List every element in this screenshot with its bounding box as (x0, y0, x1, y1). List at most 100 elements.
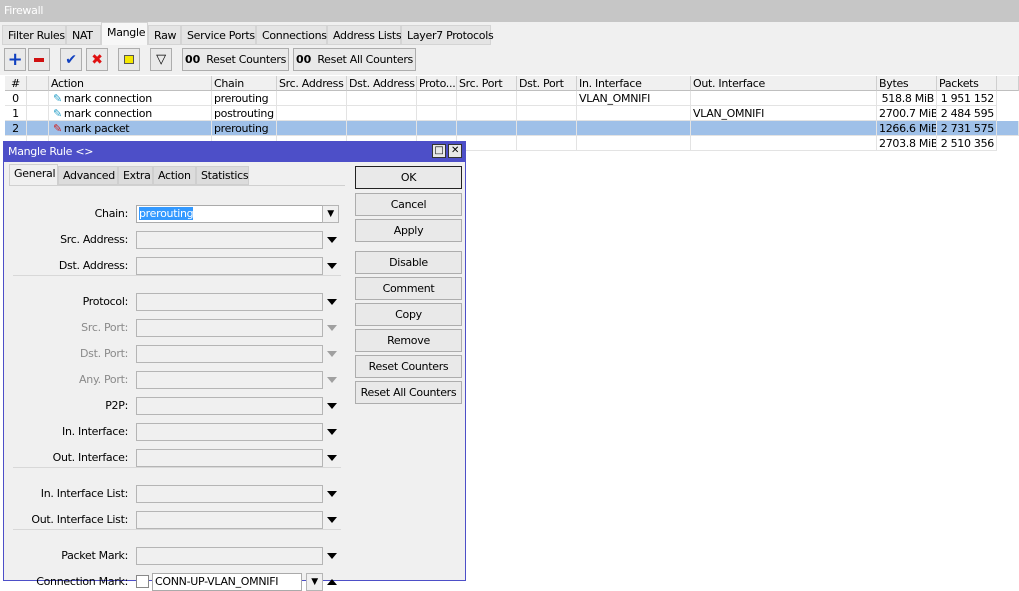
cell (417, 121, 457, 136)
dropdown-arrow-icon[interactable] (327, 403, 337, 409)
reset-counters-button[interactable]: 00 Reset Counters (182, 48, 289, 71)
dropdown-arrow-icon[interactable] (327, 237, 337, 243)
action-label: mark connection (63, 92, 152, 105)
remove-button[interactable] (28, 48, 50, 71)
dialog-tab-advanced[interactable]: Advanced (58, 166, 118, 185)
cell (517, 91, 577, 106)
dropdown-arrow-icon[interactable] (327, 517, 337, 523)
maximize-icon[interactable]: □ (432, 144, 446, 158)
dropdown-arrow-icon[interactable] (327, 553, 337, 559)
column-header[interactable]: Out. Interface (691, 76, 877, 91)
out-interface-field[interactable] (136, 449, 323, 467)
dialog-tab-action[interactable]: Action (153, 166, 196, 185)
connection-mark-field[interactable]: CONN-UP-VLAN_OMNIFI (152, 573, 302, 591)
column-header[interactable]: Proto... (417, 76, 457, 91)
column-header[interactable]: Chain (212, 76, 277, 91)
reset-counters-button[interactable]: Reset Counters (355, 355, 462, 378)
dropdown-arrow-icon[interactable] (327, 491, 337, 497)
tab-filter-rules[interactable]: Filter Rules (2, 25, 66, 45)
dialog-tab-extra[interactable]: Extra (118, 166, 153, 185)
tab-mangle[interactable]: Mangle (101, 22, 148, 45)
filter-button[interactable]: ▽ (150, 48, 172, 71)
protocol-field[interactable] (136, 293, 323, 311)
tab-connections[interactable]: Connections (256, 25, 327, 45)
dst-address-field[interactable] (136, 257, 323, 275)
section-divider (13, 529, 341, 530)
copy-button[interactable]: Copy (355, 303, 462, 326)
dropdown-icon[interactable]: ▼ (306, 573, 323, 591)
cell (457, 106, 517, 121)
packet-mark-label: Packet Mark: (61, 549, 128, 562)
column-header[interactable]: In. Interface (577, 76, 691, 91)
column-header[interactable] (27, 76, 49, 91)
dropdown-arrow-icon[interactable] (327, 429, 337, 435)
tab-nat[interactable]: NAT (66, 25, 101, 45)
bytes-cell: 2703.8 MiB (877, 136, 937, 151)
column-header[interactable]: Dst. Address (347, 76, 417, 91)
table-row[interactable]: 0 ✎ mark connection prerouting VLAN_OMNIFI 51… (0, 91, 1019, 106)
in-interface-list-field[interactable] (136, 485, 323, 503)
p2p-field[interactable] (136, 397, 323, 415)
column-header[interactable]: Bytes (877, 76, 937, 91)
column-header[interactable]: # (5, 76, 27, 91)
column-header[interactable]: Dst. Port (517, 76, 577, 91)
cell (417, 91, 457, 106)
src-port-field[interactable] (136, 319, 323, 337)
remove-button[interactable]: Remove (355, 329, 462, 352)
any-port-field[interactable] (136, 371, 323, 389)
column-header[interactable]: Src. Port (457, 76, 517, 91)
dialog-tab-statistics[interactable]: Statistics (196, 166, 249, 185)
out-interface-list-field[interactable] (136, 511, 323, 529)
in-interface-field[interactable] (136, 423, 323, 441)
ok-button[interactable]: OK (355, 166, 462, 189)
cell (517, 136, 577, 151)
table-row[interactable]: 1 ✎ mark connection postrouting VLAN_OMNIFI 2… (0, 106, 1019, 121)
toolbar: + ✔ ✖ ▽ 00 Reset Counters 00 Reset All Cou… (0, 45, 1019, 75)
row-filler (997, 121, 1019, 136)
tab-address-lists[interactable]: Address Lists (327, 25, 402, 45)
dropdown-arrow-icon[interactable] (327, 351, 337, 357)
packet-mark-field[interactable] (136, 547, 323, 565)
dropdown-arrow-icon[interactable] (327, 263, 337, 269)
out-cell (691, 136, 877, 151)
comment-button[interactable] (118, 48, 140, 71)
dialog-titlebar[interactable]: Mangle Rule <> □ ✕ (4, 142, 465, 162)
table-row[interactable]: 2 ✎ mark packet prerouting 1266.6 MiB 2 731 5… (0, 121, 1019, 136)
dropdown-arrow-icon[interactable] (327, 325, 337, 331)
column-header[interactable]: Packets (937, 76, 997, 91)
dropdown-arrow-icon[interactable] (327, 299, 337, 305)
dropdown-icon[interactable]: ▼ (322, 205, 339, 223)
funnel-icon: ▽ (156, 52, 166, 67)
disable-button[interactable]: Disable (355, 251, 462, 274)
dropdown-arrow-icon[interactable] (327, 377, 337, 383)
reset-all-counters-button[interactable]: 00 Reset All Counters (293, 48, 416, 71)
column-header[interactable]: Src. Address (277, 76, 347, 91)
dropdown-arrow-icon[interactable] (327, 455, 337, 461)
action-label: mark packet (63, 122, 130, 135)
chain-cell: prerouting (212, 121, 277, 136)
cell (457, 136, 517, 151)
check-icon: ✔ (65, 51, 77, 68)
connection-mark-negate-checkbox[interactable] (136, 575, 149, 588)
add-button[interactable]: + (4, 48, 26, 71)
dst-port-field[interactable] (136, 345, 323, 363)
tab-layer7-protocols[interactable]: Layer7 Protocols (401, 25, 494, 45)
disable-button[interactable]: ✖ (86, 48, 108, 71)
src-address-label: Src. Address: (60, 233, 128, 246)
tab-raw[interactable]: Raw (148, 25, 181, 45)
tab-service-ports[interactable]: Service Ports (181, 25, 256, 45)
out-cell (691, 91, 877, 106)
reset-all-counters-button[interactable]: Reset All Counters (355, 381, 462, 404)
cancel-button[interactable]: Cancel (355, 193, 462, 216)
apply-button[interactable]: Apply (355, 219, 462, 242)
enable-button[interactable]: ✔ (60, 48, 82, 71)
dialog-title: Mangle Rule <> (8, 145, 94, 158)
dialog-tab-general[interactable]: General (9, 164, 58, 186)
comment-button[interactable]: Comment (355, 277, 462, 300)
src-address-field[interactable] (136, 231, 323, 249)
collapse-arrow-icon[interactable] (327, 579, 337, 585)
chain-field[interactable]: prerouting (136, 205, 323, 223)
close-icon[interactable]: ✕ (448, 144, 462, 158)
column-header[interactable]: Action (49, 76, 212, 91)
column-header-filler (997, 76, 1019, 91)
